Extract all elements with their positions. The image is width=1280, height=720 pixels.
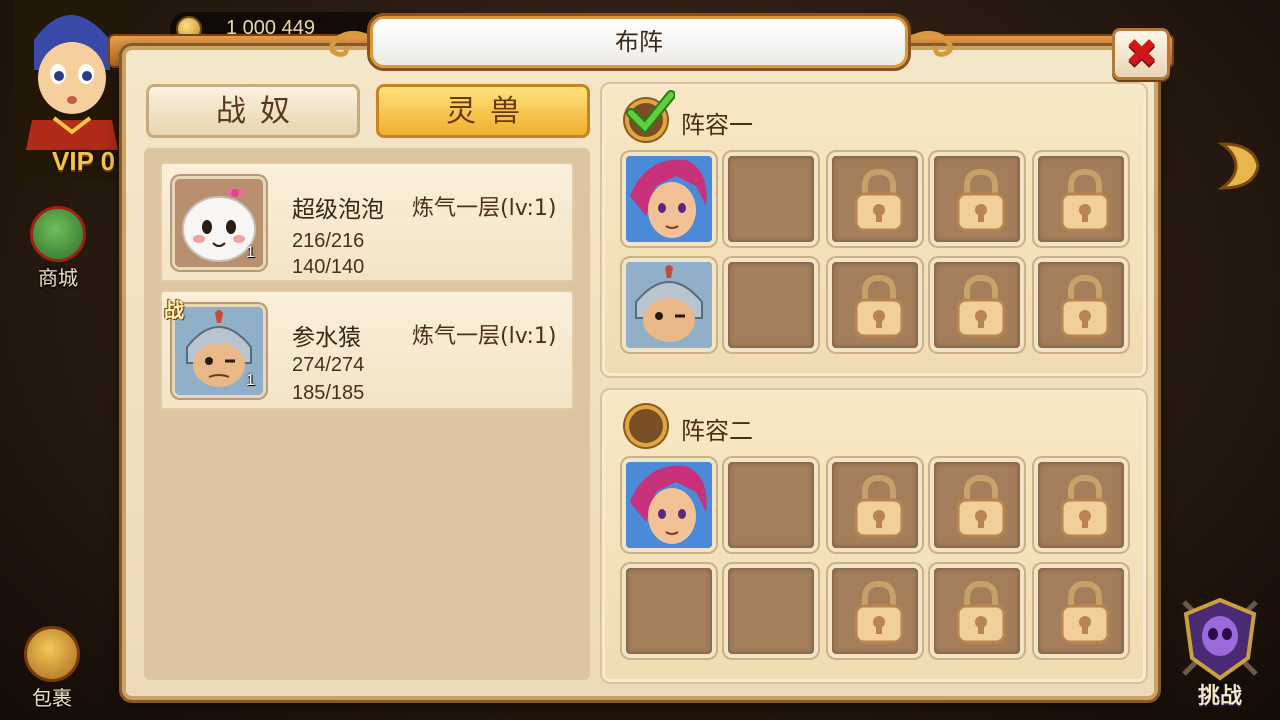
unit-list-item[interactable]: 1 超级泡泡 炼气一层(lv:1) 216/216 140/140 xyxy=(160,162,574,282)
padlock-icon xyxy=(1060,274,1110,338)
challenge-button[interactable]: 挑战 xyxy=(1166,592,1274,716)
padlock-icon xyxy=(854,168,904,232)
pink-hair-hero-icon xyxy=(626,156,712,242)
formation-slot-hero[interactable] xyxy=(622,152,716,246)
close-icon: ✖ xyxy=(1125,31,1159,77)
unit-name: 超级泡泡 xyxy=(292,197,384,223)
formation-slot-empty[interactable] xyxy=(724,458,818,552)
unit-name: 参水猿 xyxy=(292,325,361,351)
bag-button[interactable]: 包裹 xyxy=(14,626,90,710)
formation-slot-locked[interactable] xyxy=(930,258,1024,352)
panel-title-plate: 布阵 xyxy=(370,16,908,68)
title-ornament-right-icon xyxy=(902,31,953,57)
padlock-icon xyxy=(854,580,904,644)
unit-hp: 216/216 xyxy=(292,230,365,252)
armored-monkey-warrior-icon xyxy=(626,262,712,348)
padlock-icon xyxy=(956,274,1006,338)
tab-label: 战奴 xyxy=(216,94,304,129)
panel-title: 布阵 xyxy=(615,28,663,56)
padlock-icon xyxy=(854,274,904,338)
formation-slot-hero[interactable] xyxy=(622,458,716,552)
green-check-icon xyxy=(626,90,675,135)
formation-title: 阵容一 xyxy=(681,111,753,139)
in-battle-badge: 战 xyxy=(164,298,184,322)
shop-button[interactable]: 商城 xyxy=(20,206,96,290)
close-button[interactable]: ✖ xyxy=(1112,28,1170,80)
padlock-icon xyxy=(1060,580,1110,644)
formation-slot-empty[interactable] xyxy=(724,152,818,246)
formation-slot-locked[interactable] xyxy=(1034,152,1128,246)
formation-select-radio[interactable] xyxy=(625,405,667,447)
formation-slot-locked[interactable] xyxy=(930,152,1024,246)
formation-slot-locked[interactable] xyxy=(828,564,922,658)
formation-slot-empty[interactable] xyxy=(622,564,716,658)
tab-battle-slaves[interactable]: 战奴 xyxy=(146,84,360,138)
tab-spirit-beasts[interactable]: 灵兽 xyxy=(376,84,590,138)
padlock-icon xyxy=(854,474,904,538)
pink-hair-hero-icon xyxy=(626,462,712,548)
unit-level: 1 xyxy=(246,244,255,261)
shop-icon xyxy=(30,206,86,262)
padlock-icon xyxy=(956,580,1006,644)
unit-hp: 274/274 xyxy=(292,354,365,376)
formation-slot-locked[interactable] xyxy=(828,258,922,352)
unit-list-item[interactable]: 1 参水猿 炼气一层(lv:1) 274/274 185/185 xyxy=(160,290,574,410)
formation-slot-locked[interactable] xyxy=(930,564,1024,658)
tab-label: 灵兽 xyxy=(446,94,534,129)
formation-slot-locked[interactable] xyxy=(1034,458,1128,552)
unit-mp: 185/185 xyxy=(292,382,365,404)
padlock-icon xyxy=(956,168,1006,232)
bag-icon xyxy=(24,626,80,682)
formation-title: 阵容二 xyxy=(681,417,753,445)
vip-label: VIP 0 xyxy=(52,146,116,176)
formation-slot-locked[interactable] xyxy=(828,152,922,246)
next-arrow-icon[interactable] xyxy=(1214,138,1264,194)
padlock-icon xyxy=(1060,168,1110,232)
shop-label: 商城 xyxy=(38,266,78,290)
formation-slot-hero[interactable] xyxy=(622,258,716,352)
formation-slot-locked[interactable] xyxy=(930,458,1024,552)
padlock-icon xyxy=(956,474,1006,538)
formation-slot-locked[interactable] xyxy=(1034,258,1128,352)
padlock-icon xyxy=(1060,474,1110,538)
skull-shield-icon xyxy=(1182,597,1258,681)
formation-slot-empty[interactable] xyxy=(724,258,818,352)
unit-realm: 炼气一层(lv:1) xyxy=(412,196,557,221)
formation-slot-locked[interactable] xyxy=(1034,564,1128,658)
unit-mp: 140/140 xyxy=(292,256,365,278)
formation-slot-empty[interactable] xyxy=(724,564,818,658)
unit-realm: 炼气一层(lv:1) xyxy=(412,324,557,349)
bag-label: 包裹 xyxy=(32,686,72,710)
unit-level: 1 xyxy=(246,372,255,389)
formation-slot-locked[interactable] xyxy=(828,458,922,552)
